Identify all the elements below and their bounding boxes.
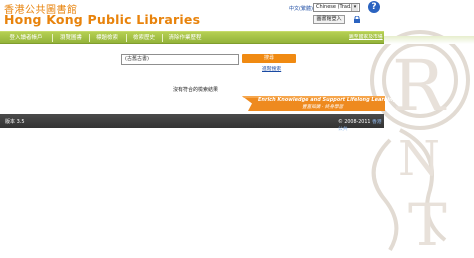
nav-item-clear-session[interactable]: 清除作業歷程	[165, 34, 205, 42]
slogan-banner: Enrich Knowledge and Support Lifelong Le…	[242, 96, 396, 111]
language-label: 中文(繁體)	[289, 6, 313, 12]
nav-advanced-link[interactable]: 跳至國家及市場	[349, 34, 383, 42]
chevron-down-icon: ▾	[351, 4, 358, 11]
search-button[interactable]: 搜尋	[242, 54, 296, 63]
login-button[interactable]: 圖書館登入	[313, 15, 345, 24]
lock-icon	[354, 16, 360, 23]
logo-english[interactable]: Hong Kong Public Libraries	[4, 12, 200, 27]
nav-item-title-search[interactable]: 標題檢索	[92, 34, 122, 42]
nav-item-browse[interactable]: 瀏覽圖書	[56, 34, 86, 42]
no-results-message: 沒有符合的檢索結果	[173, 87, 219, 93]
svg-text:R: R	[392, 45, 447, 127]
slogan-english: Enrich Knowledge and Support Lifelong Le…	[258, 97, 397, 103]
help-icon[interactable]: ?	[368, 1, 380, 13]
nav-divider	[126, 34, 127, 42]
nav-divider	[162, 34, 163, 42]
nav-fade	[384, 36, 474, 44]
nav-divider	[89, 34, 90, 42]
main-nav: 登入讀者帳戶 瀏覽圖書 標題檢索 檢索歷史 清除作業歷程 跳至國家及市場	[0, 31, 384, 44]
copyright-text: © 2008-2011 香港公共	[338, 118, 384, 132]
nav-divider	[52, 34, 53, 42]
page: { "header": { "logo_zh": "香港公共圖書館", "log…	[0, 0, 474, 258]
footer: 版本 3.5 © 2008-2011 香港公共	[0, 114, 384, 132]
nav-item-account[interactable]: 登入讀者帳戶	[4, 34, 48, 42]
advanced-search-link[interactable]: 進階搜索	[262, 65, 281, 72]
nav-item-history[interactable]: 檢索歷史	[129, 34, 159, 42]
language-select[interactable]: Chinese (Trad.) ▾	[313, 3, 360, 12]
svg-text:N: N	[398, 131, 440, 187]
search-input[interactable]: (古舊古書)	[121, 54, 239, 65]
slogan-chinese: 豐富知識 · 終身學習	[302, 105, 344, 110]
language-select-value: Chinese (Trad.)	[316, 4, 354, 10]
copyright-years: © 2008-2011	[338, 120, 371, 125]
version-label: 版本 3.5	[5, 119, 25, 125]
svg-text:T: T	[408, 191, 447, 258]
